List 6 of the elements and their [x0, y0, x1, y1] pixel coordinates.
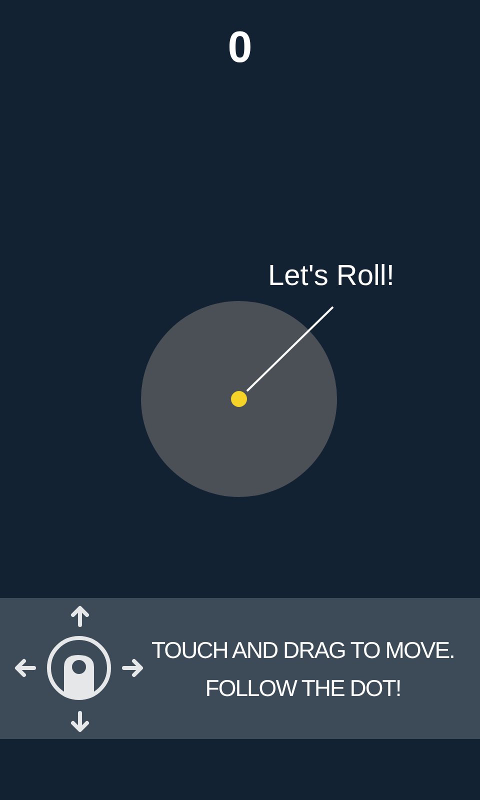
speech-label: Let's Roll!	[268, 259, 394, 294]
instruction-text: FOLLOW THE DOT!	[205, 674, 401, 702]
score: 0	[228, 24, 252, 74]
instruction-text: TOUCH AND DRAG TO MOVE.	[152, 636, 454, 664]
touch-drag-icon	[12, 604, 146, 734]
player-dot[interactable]	[231, 391, 247, 407]
